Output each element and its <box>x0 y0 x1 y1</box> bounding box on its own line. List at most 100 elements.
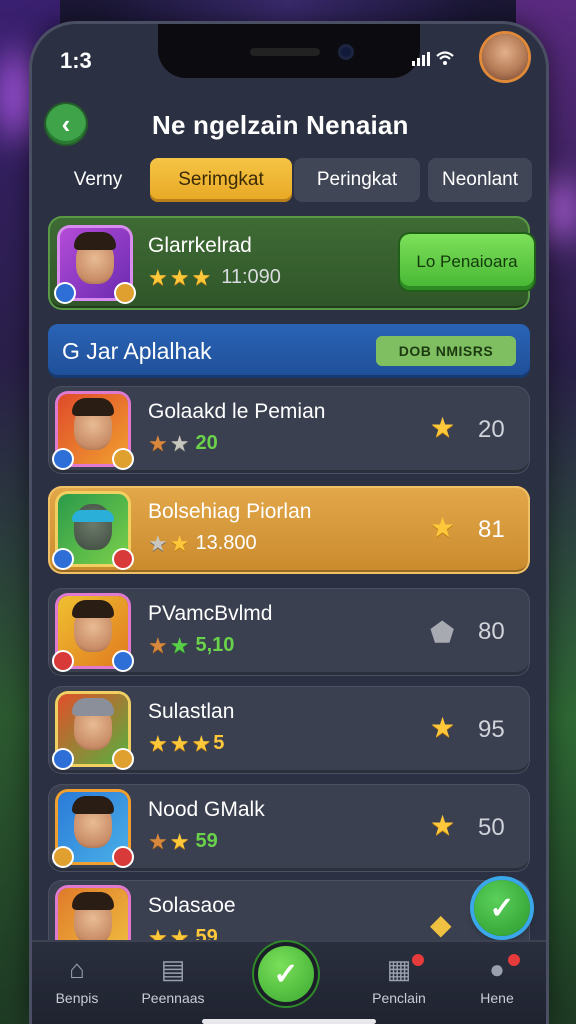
home-indicator <box>202 1019 376 1024</box>
section-header: G Jar Aplalhak DOB NMISRS <box>48 324 530 378</box>
tab-peringkat[interactable]: Peringkat <box>294 158 420 202</box>
list-item[interactable]: Sulastlan ★ ★ ★ 5 ★ 95 <box>48 686 530 774</box>
star-icon: ★ <box>430 512 456 543</box>
list-item[interactable]: PVamcBvlmd ★ ★ 5,10 ⬟ 80 <box>48 588 530 676</box>
star-icon: ★ <box>169 632 190 658</box>
nav-center-button[interactable]: ✓ <box>258 946 314 1002</box>
player-score: 59 <box>195 830 218 852</box>
tab-bar: Verny Serimgkat Peringkat Neonlant <box>46 158 532 202</box>
notification-dot <box>508 954 520 966</box>
player-points: 81 <box>478 516 505 543</box>
document-icon: ▤ <box>160 954 186 984</box>
player-score: 13.800 <box>195 532 257 554</box>
featured-rating: ★ ★ ★ 11:090 <box>148 266 281 289</box>
star-icon: ★ <box>191 730 212 756</box>
medal-icon <box>114 848 132 866</box>
medal-icon <box>114 652 132 670</box>
player-name: Nood GMalk <box>148 798 265 821</box>
confirm-fab-button[interactable]: ✓ <box>474 880 530 936</box>
nav-item-benpis[interactable]: ⌂ Benpis <box>32 952 122 1006</box>
featured-score: 11:090 <box>221 266 281 288</box>
avatar <box>54 394 132 468</box>
player-score: 5 <box>213 732 225 754</box>
star-icon: ★ <box>169 430 190 456</box>
star-icon: ★ <box>148 430 168 456</box>
shield-icon <box>54 652 72 670</box>
bottom-nav: ⌂ Benpis ▤ Peennaas ✓ ▦ Penclain ● Hene <box>32 942 546 1024</box>
chevron-left-icon: ‹ <box>61 108 71 139</box>
profile-icon: ● <box>489 954 505 984</box>
speaker <box>250 48 320 56</box>
star-icon: ★ <box>148 730 168 756</box>
nav-item-hene[interactable]: ● Hene <box>452 952 542 1006</box>
nav-item-penclain[interactable]: ▦ Penclain <box>354 952 444 1006</box>
tab-serimgkat[interactable]: Serimgkat <box>150 158 292 202</box>
player-score: 20 <box>195 432 218 454</box>
player-name: Sulastlan <box>148 700 235 723</box>
status-icons <box>412 50 454 66</box>
featured-action-button[interactable]: Lo Penaioara <box>400 234 534 290</box>
nav-item-peennaas[interactable]: ▤ Peennaas <box>128 952 218 1006</box>
player-name: Bolsehiag Piorlan <box>148 500 312 523</box>
list-item[interactable]: Golaakd le Pemian ★ ★ 20 ★ 20 <box>48 386 530 474</box>
list-item[interactable]: Bolsehiag Piorlan ★ ★ 13.800 ★ 81 <box>48 486 530 574</box>
tab-neonlant[interactable]: Neonlant <box>428 158 532 202</box>
list-item[interactable]: Nood GMalk ★ ★ 59 ★ 50 <box>48 784 530 872</box>
wifi-icon <box>436 51 454 65</box>
medal-icon <box>114 550 132 568</box>
check-icon: ✓ <box>489 891 515 925</box>
star-icon: ★ <box>148 264 168 290</box>
medal-icon <box>116 284 134 302</box>
notification-dot <box>412 954 424 966</box>
star-icon: ★ <box>169 730 190 756</box>
camera <box>338 44 354 60</box>
tab-verny[interactable]: Verny <box>46 158 150 202</box>
player-name: PVamcBvlmd <box>148 602 273 625</box>
star-icon: ★ <box>430 810 456 841</box>
avatar <box>54 792 132 866</box>
profile-avatar[interactable] <box>482 34 528 80</box>
medal-icon <box>114 450 132 468</box>
status-time: 1:3 <box>60 48 92 73</box>
featured-player-card[interactable]: Glarrkelrad ★ ★ ★ 11:090 Lo Penaioara <box>48 216 534 310</box>
shield-icon <box>54 848 72 866</box>
phone-frame: 1:3 ‹ Ne ngelzain Nenaian Verny Serimgka… <box>32 24 546 1024</box>
player-rating: ★ ★ 13.800 <box>148 532 257 555</box>
badge-icon: ⬟ <box>430 617 455 648</box>
star-icon: ★ <box>430 412 456 443</box>
player-score: 5,10 <box>195 634 235 656</box>
check-icon: ✓ <box>273 957 299 991</box>
shield-icon <box>54 750 72 768</box>
section-title: G Jar Aplalhak <box>62 338 212 364</box>
star-icon: ★ <box>148 632 168 658</box>
featured-name: Glarrkelrad <box>148 234 252 257</box>
shield-icon <box>54 450 72 468</box>
notch <box>158 24 420 78</box>
player-rating: ★ ★ 59 <box>148 830 218 853</box>
player-rating: ★ ★ 20 <box>148 432 218 455</box>
home-icon: ⌂ <box>69 954 85 984</box>
player-points: 95 <box>478 716 505 743</box>
shield-icon <box>56 284 74 302</box>
back-button[interactable]: ‹ <box>46 104 86 144</box>
section-tag-button[interactable]: DOB NMISRS <box>376 336 516 366</box>
avatar <box>54 494 132 568</box>
nav-label: Hene <box>480 990 514 1006</box>
player-rating: ★ ★ 5,10 <box>148 634 234 657</box>
signal-icon <box>412 50 430 66</box>
star-icon: ★ <box>430 712 456 743</box>
player-name: Golaakd le Pemian <box>148 400 326 423</box>
calendar-icon: ▦ <box>386 954 412 984</box>
nav-label: Benpis <box>55 990 99 1006</box>
medal-icon <box>114 750 132 768</box>
star-icon: ★ <box>191 264 212 290</box>
coin-icon: ◆ <box>430 909 452 940</box>
player-points: 50 <box>478 814 505 841</box>
avatar <box>54 694 132 768</box>
player-points: 80 <box>478 618 505 645</box>
nav-label: Penclain <box>372 990 426 1006</box>
star-icon: ★ <box>169 264 190 290</box>
star-icon: ★ <box>169 530 190 556</box>
star-icon: ★ <box>169 828 190 854</box>
avatar <box>56 228 134 302</box>
